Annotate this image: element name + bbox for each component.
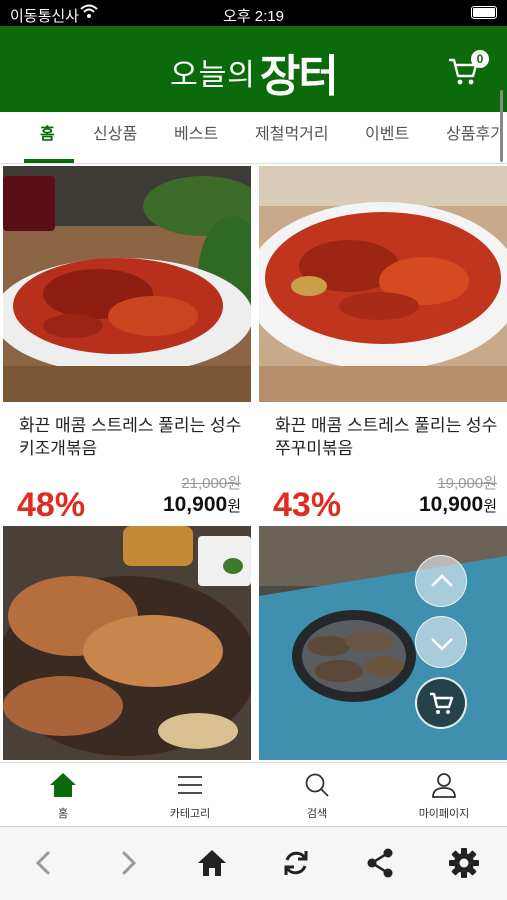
sale-price-value: 10,900 (162, 493, 228, 516)
discount-rate: 43% (273, 486, 342, 522)
back-icon (35, 851, 50, 875)
tab-home[interactable]: 홈 (40, 112, 55, 164)
tab-reviews[interactable]: 상품후기 (446, 112, 505, 164)
settings-icon (449, 848, 479, 878)
cart-count-badge: 0 (471, 50, 489, 68)
forward-button[interactable] (110, 845, 146, 881)
scroll-down-button[interactable] (415, 616, 467, 668)
tab-new[interactable]: 신상품 (93, 112, 137, 164)
floating-cart-button[interactable] (415, 677, 467, 729)
scroll-up-button[interactable] (415, 555, 467, 607)
nav-home[interactable]: 홈 (0, 763, 126, 827)
nav-search[interactable]: 검색 (254, 763, 380, 827)
browser-toolbar (0, 826, 507, 900)
scrollbar[interactable] (500, 90, 503, 162)
menu-icon (178, 776, 202, 794)
product-name[interactable]: 화끈 매콤 스트레스 풀리는 성수키조개볶음 (19, 414, 245, 460)
settings-button[interactable] (446, 845, 482, 881)
price-unit: 원 (227, 498, 241, 515)
product-card[interactable] (3, 526, 251, 760)
category-tabs: 홈 신상품 베스트 제철먹거리 이벤트 상품후기 (0, 112, 507, 164)
search-icon (305, 773, 329, 797)
sale-price: 10,900원 (163, 493, 241, 517)
refresh-button[interactable] (278, 845, 314, 881)
refresh-icon (284, 851, 308, 875)
logo-small-text: 오늘의 (170, 59, 256, 92)
user-icon (432, 773, 456, 798)
product-image-sea-cucumber[interactable] (259, 526, 507, 760)
app-logo[interactable]: 오늘의장터 (0, 40, 507, 104)
forward-icon (122, 851, 137, 875)
nav-category-label: 카테고리 (169, 808, 211, 820)
share-button[interactable] (362, 845, 398, 881)
battery-icon (471, 6, 497, 19)
product-card[interactable] (259, 526, 507, 760)
home-icon (50, 773, 76, 797)
nav-category[interactable]: 카테고리 (127, 763, 253, 827)
chevron-up-icon (431, 574, 453, 587)
app-header: 오늘의장터 0 (0, 26, 507, 112)
product-card[interactable]: 화끈 매콤 스트레스 풀리는 성수쭈꾸미볶음 19,000원 43% 10,90… (259, 166, 507, 522)
active-tab-indicator (24, 159, 74, 163)
original-price: 21,000원 (181, 475, 241, 492)
tab-best[interactable]: 베스트 (174, 112, 218, 164)
product-name[interactable]: 화끈 매콤 스트레스 풀리는 성수쭈꾸미볶음 (275, 414, 501, 460)
clock: 오후 2:19 (223, 8, 284, 25)
product-image-grilled-squid[interactable] (3, 526, 251, 760)
nav-search-label: 검색 (306, 808, 328, 820)
share-icon (367, 848, 393, 878)
product-image-webfoot-octopus[interactable] (259, 166, 507, 402)
discount-rate: 48% (17, 486, 86, 522)
product-card[interactable]: 화끈 매콤 스트레스 풀리는 성수키조개볶음 21,000원 48% 10,90… (3, 166, 251, 522)
logo-big-text: 장터 (259, 51, 339, 102)
bottom-nav: 홈 카테고리 검색 마이페이지 (0, 762, 507, 826)
chevron-down-icon (431, 638, 453, 651)
original-price: 19,000원 (437, 475, 497, 492)
cart-button[interactable]: 0 (447, 50, 489, 86)
status-bar: 이동통신사 오후 2:19 (0, 0, 507, 26)
nav-mypage[interactable]: 마이페이지 (381, 763, 507, 827)
nav-home-label: 홈 (57, 808, 69, 820)
back-button[interactable] (26, 845, 62, 881)
sale-price-value: 10,900 (418, 493, 484, 516)
tab-seasonal[interactable]: 제철먹거리 (255, 112, 329, 164)
product-image-stir-fry[interactable] (3, 166, 251, 402)
cart-icon (430, 692, 454, 714)
browser-home-button[interactable] (194, 845, 230, 881)
tab-event[interactable]: 이벤트 (365, 112, 409, 164)
home-icon (198, 850, 226, 876)
nav-mypage-label: 마이페이지 (418, 808, 470, 820)
price-unit: 원 (483, 498, 497, 515)
sale-price: 10,900원 (419, 493, 497, 517)
